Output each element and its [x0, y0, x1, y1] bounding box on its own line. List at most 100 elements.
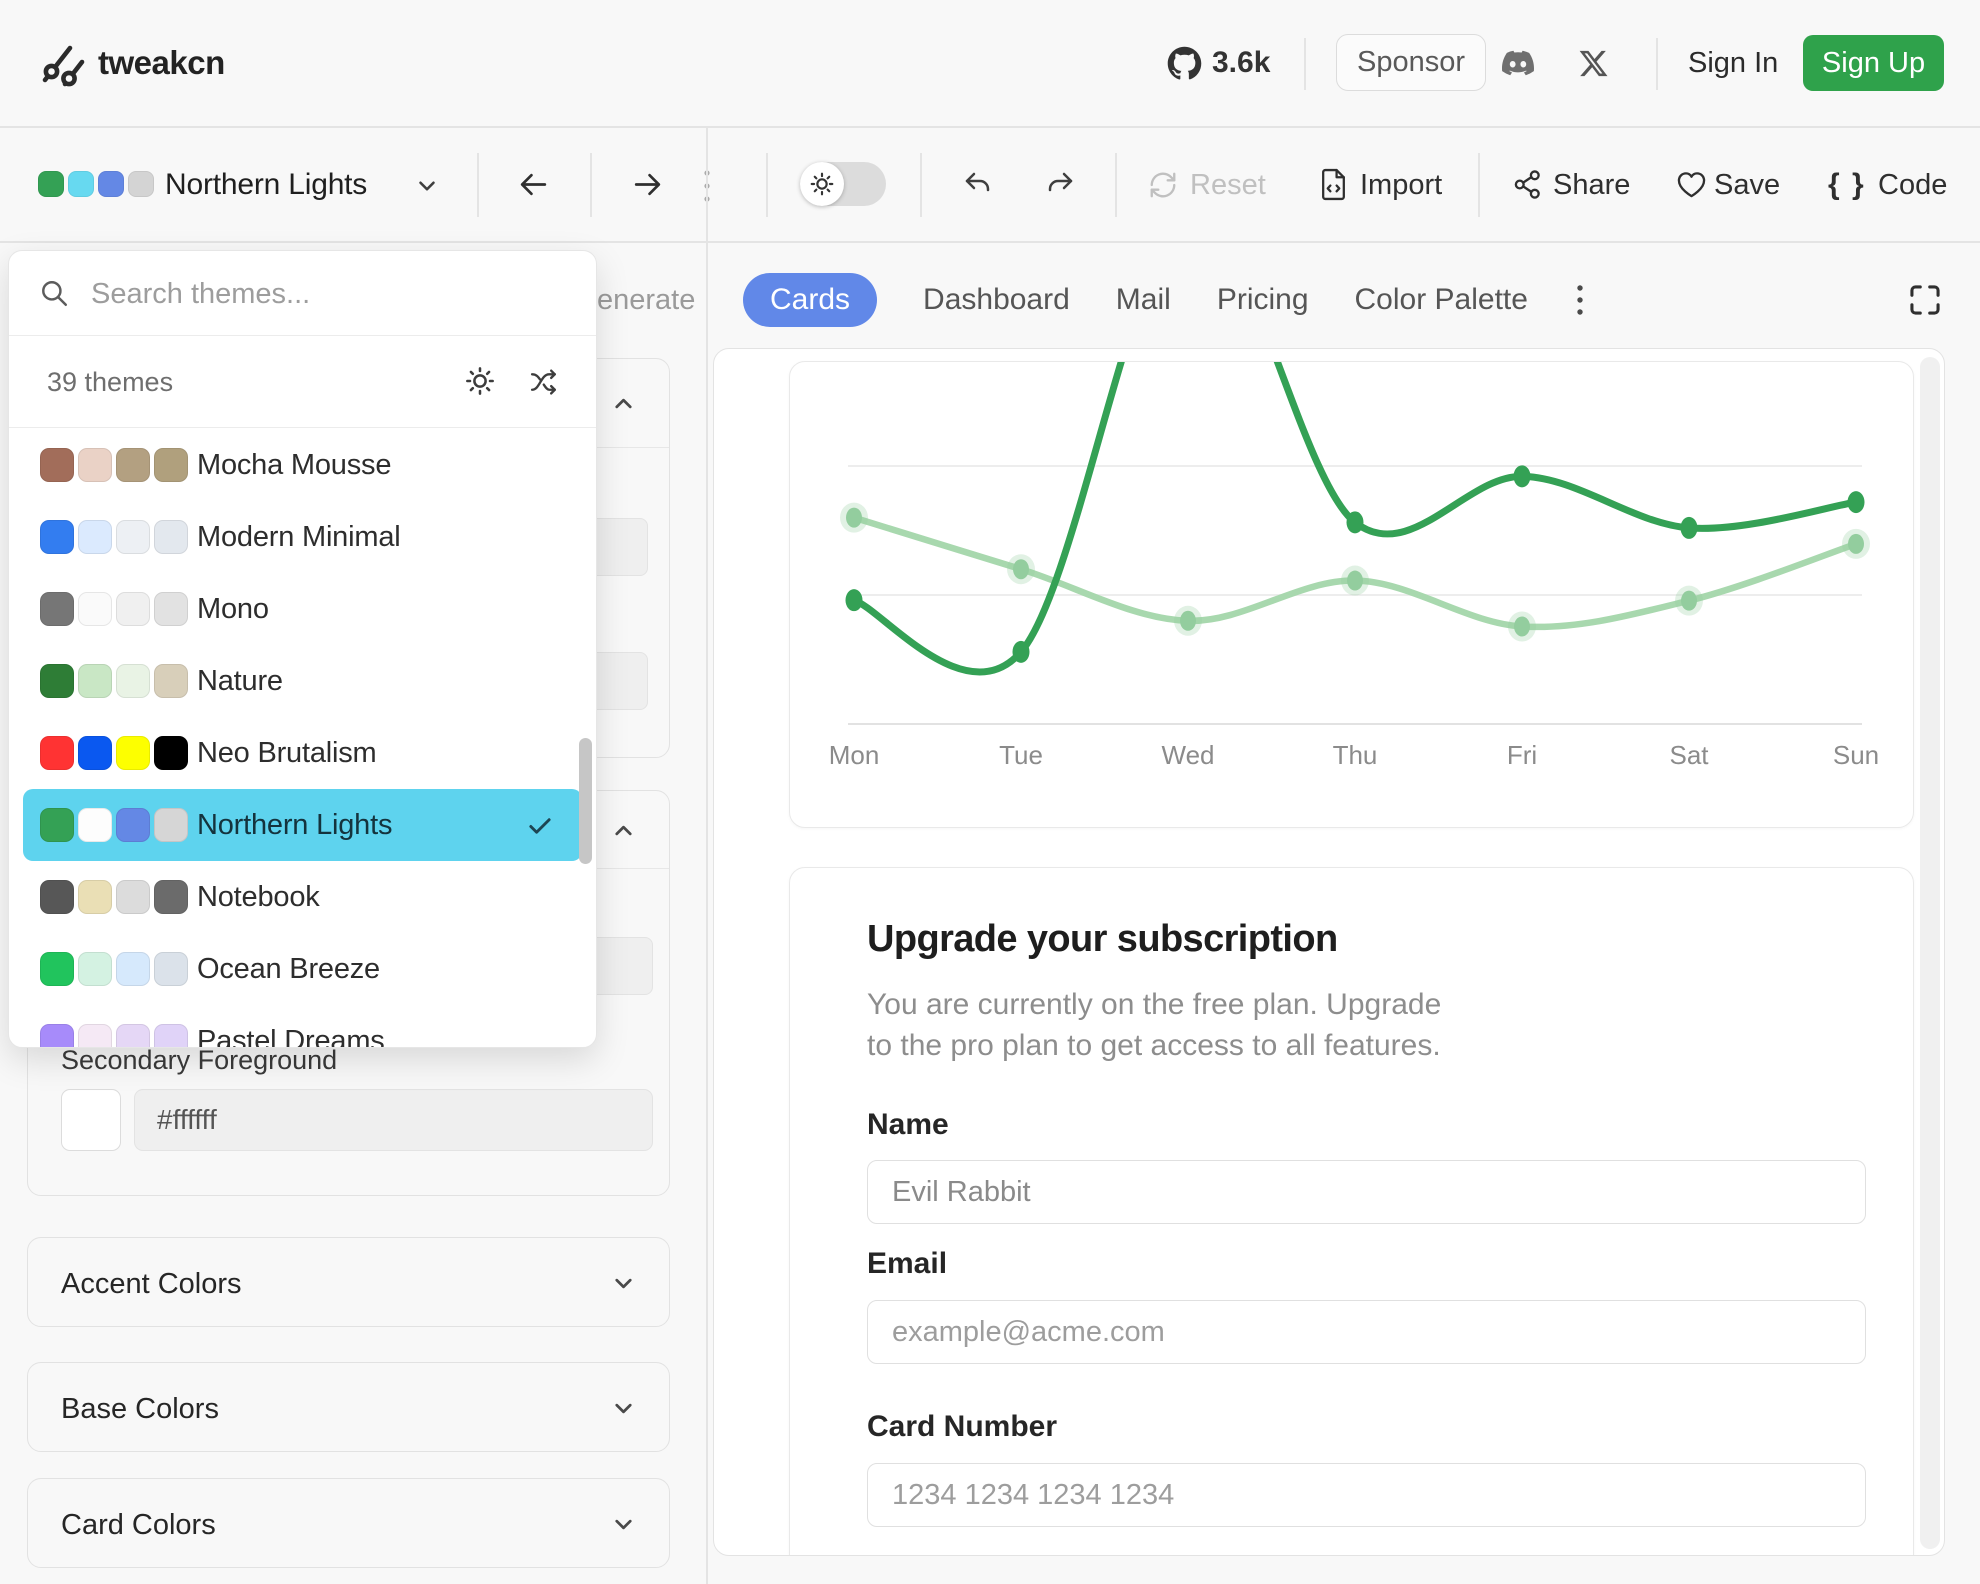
upgrade-subscription-card: Upgrade your subscription You are curren…: [789, 867, 1914, 1556]
theme-option-notebook[interactable]: Notebook: [23, 861, 582, 933]
tab-color-palette[interactable]: Color Palette: [1355, 283, 1528, 317]
tab-dashboard[interactable]: Dashboard: [923, 283, 1070, 317]
theme-color-dot: [68, 171, 94, 197]
theme-color-dot: [38, 171, 64, 197]
theme-option-neo-brutalism[interactable]: Neo Brutalism: [23, 717, 582, 789]
share-button[interactable]: Share: [1553, 169, 1630, 202]
toggle-knob: [800, 162, 844, 206]
tab-pricing[interactable]: Pricing: [1217, 283, 1309, 317]
import-button[interactable]: Import: [1360, 169, 1442, 202]
theme-color-dot: [128, 171, 154, 197]
name-input[interactable]: [867, 1160, 1866, 1224]
theme-option-label: Modern Minimal: [197, 521, 401, 554]
svg-text:Mon: Mon: [829, 740, 880, 770]
history-back-button[interactable]: [517, 168, 550, 201]
secondary-foreground-swatch[interactable]: [61, 1089, 121, 1151]
theme-option-pastel-dreams[interactable]: Pastel Dreams: [23, 1005, 582, 1048]
sign-up-button[interactable]: Sign Up: [1803, 35, 1944, 91]
svg-text:Fri: Fri: [1507, 740, 1537, 770]
toolbar-divider: [477, 153, 479, 217]
theme-option-northern-lights[interactable]: Northern Lights: [23, 789, 582, 861]
accordion-label: Card Colors: [61, 1509, 216, 1542]
theme-option-modern-minimal[interactable]: Modern Minimal: [23, 501, 582, 573]
accordion-base-colors[interactable]: Base Colors: [27, 1362, 670, 1452]
upgrade-title: Upgrade your subscription: [867, 918, 1338, 961]
svg-text:Tue: Tue: [999, 740, 1043, 770]
theme-option-ocean-breeze[interactable]: Ocean Breeze: [23, 933, 582, 1005]
header: tweakcn 3.6k Sponsor Sign In Sign Up: [0, 0, 1980, 127]
reset-icon[interactable]: [1148, 170, 1178, 200]
accordion-label: Base Colors: [61, 1393, 219, 1426]
chevron-up-icon: [610, 817, 637, 844]
import-icon[interactable]: [1318, 168, 1349, 201]
random-theme-shuffle-button[interactable]: [529, 365, 562, 398]
tab-mail[interactable]: Mail: [1116, 283, 1171, 317]
toolbar-border: [0, 241, 1980, 243]
code-button[interactable]: Code: [1878, 169, 1947, 202]
preview-scrollbar-thumb[interactable]: [1920, 357, 1940, 1549]
email-input[interactable]: [867, 1300, 1866, 1364]
theme-option-swatches: [40, 952, 188, 986]
theme-option-nature[interactable]: Nature: [23, 645, 582, 717]
theme-option-label: Nature: [197, 665, 283, 698]
github-star-count[interactable]: 3.6k: [1212, 46, 1270, 80]
code-braces-icon[interactable]: { }: [1828, 168, 1866, 202]
reset-button[interactable]: Reset: [1190, 169, 1266, 202]
current-theme-swatches[interactable]: [38, 171, 154, 197]
light-dark-toggle[interactable]: [800, 162, 886, 206]
chevron-down-icon: [610, 1270, 637, 1297]
save-heart-icon[interactable]: [1676, 170, 1707, 199]
upgrade-description-line1: You are currently on the free plan. Upgr…: [867, 984, 1441, 1025]
accordion-accent-colors[interactable]: Accent Colors: [27, 1237, 670, 1327]
x-twitter-icon[interactable]: [1578, 48, 1609, 79]
discord-icon[interactable]: [1498, 47, 1538, 79]
preview-tabbar: Cards Dashboard Mail Pricing Color Palette: [743, 272, 1586, 328]
theme-option-mocha-mousse[interactable]: Mocha Mousse: [23, 429, 582, 501]
theme-search-row: [9, 251, 596, 336]
undo-button[interactable]: [962, 169, 994, 201]
generate-button-partial[interactable]: enerate: [597, 284, 695, 317]
sponsor-button[interactable]: Sponsor: [1336, 34, 1486, 91]
secondary-foreground-label: Secondary Foreground: [61, 1045, 337, 1076]
sun-icon: [809, 171, 835, 197]
theme-option-swatches: [40, 736, 188, 770]
sponsor-label: Sponsor: [1357, 46, 1465, 79]
theme-count-row: 39 themes: [9, 336, 596, 428]
card-number-label: Card Number: [867, 1410, 1057, 1444]
more-tabs-icon[interactable]: [1574, 283, 1586, 317]
save-button[interactable]: Save: [1714, 169, 1780, 202]
weekly-line-chart: MonTueWedThuFriSatSun: [790, 362, 1912, 826]
svg-text:Wed: Wed: [1162, 740, 1215, 770]
theme-list: Mocha Mousse Modern Minimal Mono Nature …: [9, 429, 596, 1048]
theme-option-mono[interactable]: Mono: [23, 573, 582, 645]
sun-icon: [464, 365, 496, 397]
theme-search-input[interactable]: [89, 269, 572, 319]
history-forward-button[interactable]: [631, 168, 664, 201]
header-divider: [1304, 38, 1306, 90]
light-mode-filter-button[interactable]: [464, 365, 496, 397]
dropdown-scrollbar-thumb[interactable]: [579, 738, 592, 864]
svg-text:Sat: Sat: [1669, 740, 1709, 770]
redo-button[interactable]: [1044, 169, 1076, 201]
card-number-input[interactable]: [867, 1463, 1866, 1527]
theme-option-swatches: [40, 520, 188, 554]
chevron-down-icon[interactable]: [414, 173, 440, 199]
svg-text:Thu: Thu: [1333, 740, 1378, 770]
accordion-card-colors[interactable]: Card Colors: [27, 1478, 670, 1568]
upgrade-description-line2: to the pro plan to get access to all fea…: [867, 1025, 1441, 1066]
tab-cards[interactable]: Cards: [743, 273, 877, 327]
fullscreen-icon[interactable]: [1906, 281, 1944, 319]
theme-option-swatches: [40, 448, 188, 482]
sign-in-button[interactable]: Sign In: [1688, 47, 1778, 80]
secondary-foreground-value-input[interactable]: [134, 1089, 653, 1151]
header-divider: [1656, 38, 1658, 90]
email-label: Email: [867, 1247, 947, 1281]
chevron-down-icon: [610, 1511, 637, 1538]
check-icon: [526, 812, 553, 839]
preview-frame: MonTueWedThuFriSatSun Upgrade your subsc…: [713, 348, 1945, 1556]
share-icon[interactable]: [1512, 169, 1543, 200]
toolbar-divider: [920, 153, 922, 217]
theme-selector[interactable]: Northern Lights: [165, 168, 367, 202]
toolbar-divider: [1115, 153, 1117, 217]
github-icon[interactable]: [1167, 46, 1202, 81]
